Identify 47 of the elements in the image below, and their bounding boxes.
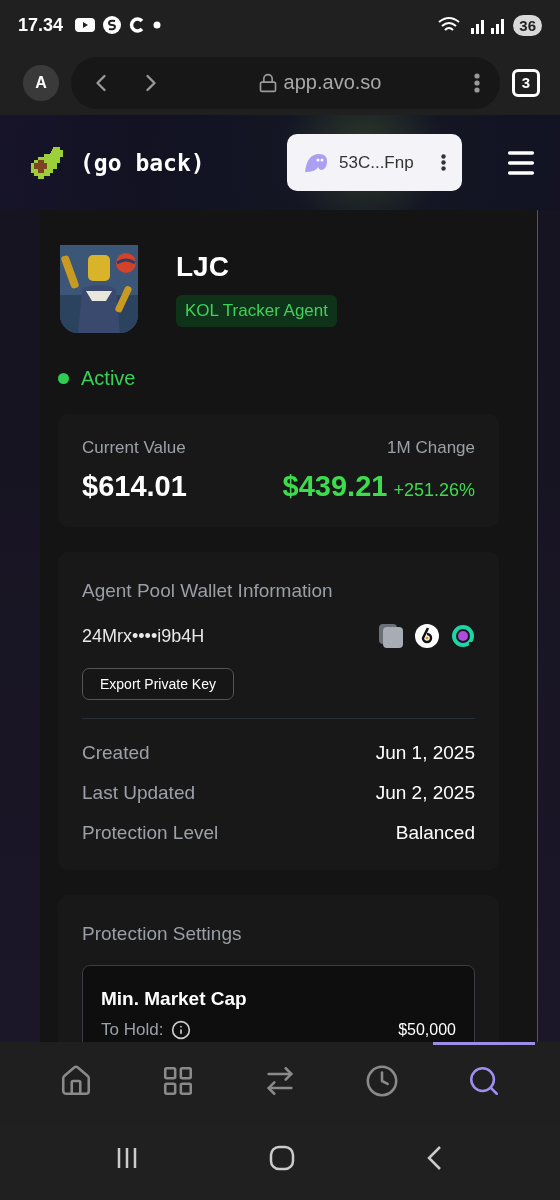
wallet-title: Agent Pool Wallet Information xyxy=(82,580,334,602)
coin-icon xyxy=(103,16,122,34)
change-label: 1M Change xyxy=(387,438,475,458)
go-back-link[interactable]: (go back) xyxy=(80,149,205,176)
export-key-button[interactable]: Export Private Key xyxy=(82,668,234,700)
change-percent: +251.26% xyxy=(393,480,475,500)
home-button[interactable] xyxy=(269,1144,295,1171)
search-icon xyxy=(467,1064,501,1098)
more-icon xyxy=(441,154,446,171)
scanner-icon[interactable] xyxy=(451,624,475,648)
dot-icon xyxy=(153,21,162,29)
setting-label: To Hold: xyxy=(101,1020,164,1040)
more-icon xyxy=(474,72,480,93)
agent-tag: KOL Tracker Agent xyxy=(176,295,337,327)
detail-value: Jun 1, 2025 xyxy=(375,742,475,764)
clock-icon xyxy=(365,1064,399,1098)
home-icon xyxy=(59,1064,93,1098)
detail-label: Protection Level xyxy=(82,822,219,844)
detail-label: Last Updated xyxy=(82,782,196,804)
info-icon[interactable] xyxy=(171,1020,192,1040)
status-time: 17.34 xyxy=(18,14,64,36)
protection-title: Protection Settings xyxy=(82,923,243,945)
grid-icon xyxy=(161,1064,195,1098)
detail-label: Created xyxy=(82,742,150,764)
video-icon xyxy=(75,18,96,32)
profile-button[interactable]: A xyxy=(23,64,59,101)
explorer-icon[interactable] xyxy=(415,624,439,648)
agent-name: LJC xyxy=(176,251,229,283)
detail-value: Jun 2, 2025 xyxy=(375,782,475,804)
address-field[interactable]: app.avo.so xyxy=(283,71,382,94)
wallet-button[interactable]: 53C...Fnp xyxy=(287,134,462,191)
wallet-address: 24Mrx••••i9b4H xyxy=(82,625,205,647)
setting-value: $50,000 xyxy=(398,1021,456,1039)
current-value: $614.01 xyxy=(82,470,187,503)
lock-icon xyxy=(257,72,278,93)
ghost-icon xyxy=(303,151,329,174)
recents-button[interactable] xyxy=(115,1145,139,1170)
c-icon xyxy=(129,17,146,33)
signal-icon xyxy=(469,16,506,34)
change-amount: $439.21 xyxy=(282,470,388,502)
battery-level: 36 xyxy=(513,14,542,36)
setting-title: Min. Market Cap xyxy=(101,988,248,1010)
detail-value: Balanced xyxy=(395,822,475,844)
tab-count-button[interactable]: 3 xyxy=(512,68,540,97)
copy-icon[interactable] xyxy=(379,624,403,648)
value-label: Current Value xyxy=(82,438,186,458)
status-text: Active xyxy=(81,367,136,390)
